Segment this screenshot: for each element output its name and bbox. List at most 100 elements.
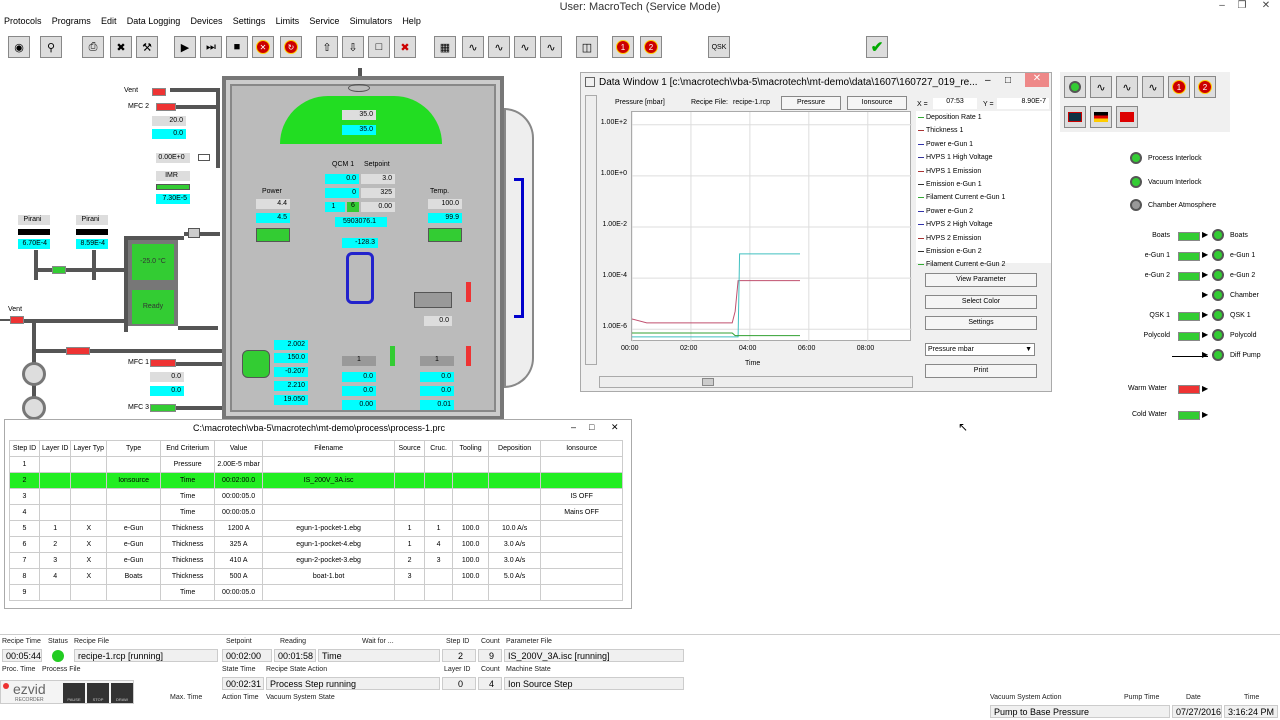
table-cell[interactable] [38,584,72,601]
table-cell[interactable] [540,536,624,553]
table-cell[interactable] [394,504,426,521]
column-header[interactable]: Cruc. [424,440,454,457]
table-cell[interactable]: 3 [424,552,454,569]
table-cell[interactable] [424,456,454,473]
ion-source-icon[interactable] [242,350,270,378]
table-cell[interactable]: e-Gun [106,536,162,553]
qcm-rate-setpoint[interactable]: 3.0 [361,174,395,184]
menu-settings[interactable]: Settings [229,14,270,26]
table-cell[interactable]: IS OFF [540,488,624,505]
table-cell[interactable]: 4 [424,536,454,553]
dome-setpoint[interactable]: 35.0 [342,110,376,120]
temp-bar[interactable] [428,228,462,242]
table-row[interactable]: 6 2 Xe-Gun Thickness 325 Aegun-1-pocket-4.eb… [9,536,624,553]
draw-button[interactable]: DRAW [111,683,133,703]
mfc3-valve[interactable] [150,404,176,412]
print-button[interactable]: Print [925,364,1037,378]
table-cell[interactable]: 00:00:05.0 [214,584,264,601]
maximize-button[interactable]: ❐ [1232,0,1252,11]
settings-button[interactable]: Settings [925,316,1037,330]
pause-button[interactable]: PAUSE [63,683,85,703]
table-cell[interactable] [540,472,624,489]
pressure-plot[interactable] [631,111,912,342]
table-cell[interactable] [38,456,72,473]
interlock-2-icon[interactable]: 2 [1194,76,1216,98]
tools-icon[interactable]: ⚒ [136,36,158,58]
table-cell[interactable]: Thickness [160,520,216,537]
key-icon[interactable]: ⚲ [40,36,62,58]
table-cell[interactable] [394,584,426,601]
table-cell[interactable] [488,456,542,473]
table-cell[interactable] [452,504,490,521]
interlock-1-icon[interactable]: 1 [1168,76,1190,98]
table-row[interactable]: 2 Ionsource Time 00:02:00.0 IS_200V_3A.isc [9,472,624,489]
column-header[interactable]: Source [394,440,426,457]
table-cell[interactable]: boat-1.bot [262,568,396,585]
table-cell[interactable] [38,504,72,521]
data-maximize-button[interactable]: □ [1005,75,1011,86]
upload-icon[interactable]: ⇧ [316,36,338,58]
data-minimize-button[interactable]: – [985,75,991,86]
table-cell[interactable]: 2 [38,536,72,553]
table-cell[interactable] [106,504,162,521]
pump1-icon[interactable] [22,362,46,386]
table-cell[interactable] [394,472,426,489]
table-cell[interactable] [70,504,108,521]
legend-item[interactable]: Deposition Rate 1 [916,111,1051,124]
egun1-pocket[interactable]: 1 [342,356,376,366]
table-cell[interactable]: 8 [9,568,40,585]
table-cell[interactable] [424,488,454,505]
ionsource-tab[interactable]: Ionsource [847,96,907,110]
table-cell[interactable]: 1 [394,520,426,537]
table-cell[interactable]: 5.0 A/s [488,568,542,585]
table-cell[interactable]: 3.0 A/s [488,536,542,553]
table-cell[interactable] [424,584,454,601]
table-cell[interactable]: X [70,536,108,553]
power-setpoint[interactable]: 4.4 [256,199,290,209]
pressure-tab[interactable]: Pressure [781,96,841,110]
table-cell[interactable]: 500 A [214,568,264,585]
reset-icon[interactable]: ↻ [280,36,302,58]
mfc2-setpoint[interactable]: 20.0 [152,116,186,126]
legend-item[interactable]: Emission e-Gun 2 [916,245,1051,258]
table-cell[interactable]: e-Gun [106,552,162,569]
flag-de-icon[interactable] [1090,106,1112,128]
table-cell[interactable]: 1 [394,536,426,553]
table-cell[interactable]: 1 [38,520,72,537]
table-cell[interactable]: 3.0 A/s [488,552,542,569]
table-cell[interactable]: 00:00:05.0 [214,488,264,505]
table-cell[interactable] [488,584,542,601]
table-row[interactable]: 8 4 X Boats Thickness 500 Aboat-1.bot 3 100.0 5.… [9,568,624,585]
mfc1-setpoint[interactable]: 0.0 [150,372,184,382]
download-icon[interactable]: ⇩ [342,36,364,58]
menu-protocols[interactable]: Protocols [0,14,46,26]
view-parameter-button[interactable]: View Parameter [925,273,1037,287]
menu-help[interactable]: Help [398,14,425,26]
recipe-close-button[interactable]: ✕ [611,422,619,433]
menu-simulators[interactable]: Simulators [346,14,397,26]
column-header[interactable]: Type [106,440,162,457]
legend-item[interactable]: HVPS 1 High Voltage [916,151,1051,164]
table-cell[interactable]: 2 [394,552,426,569]
table-cell[interactable] [488,488,542,505]
table-cell[interactable] [540,456,624,473]
vent-left-valve[interactable] [10,316,24,324]
table-cell[interactable] [540,568,624,585]
wrench-icon[interactable]: ✖ [110,36,132,58]
flow3-icon[interactable]: ∿ [1142,76,1164,98]
legend-item[interactable]: Thickness 1 [916,124,1051,137]
table-cell[interactable] [540,520,624,537]
blank-icon[interactable]: □ [368,36,390,58]
table-cell[interactable]: 100.0 [452,536,490,553]
flag-cn-icon[interactable] [1116,106,1138,128]
select-color-button[interactable]: Select Color [925,295,1037,309]
table-cell[interactable]: Time [160,584,216,601]
menu-programs[interactable]: Programs [48,14,95,26]
legend-item[interactable]: HVPS 1 Emission [916,165,1051,178]
legend-item[interactable]: Filament Current e-Gun 2 [916,258,1051,271]
cryo-status[interactable]: Ready [132,290,174,324]
minimize-button[interactable]: – [1212,0,1232,11]
table-cell[interactable]: X [70,552,108,569]
run-icon[interactable]: ▶ [174,36,196,58]
table-cell[interactable] [394,488,426,505]
